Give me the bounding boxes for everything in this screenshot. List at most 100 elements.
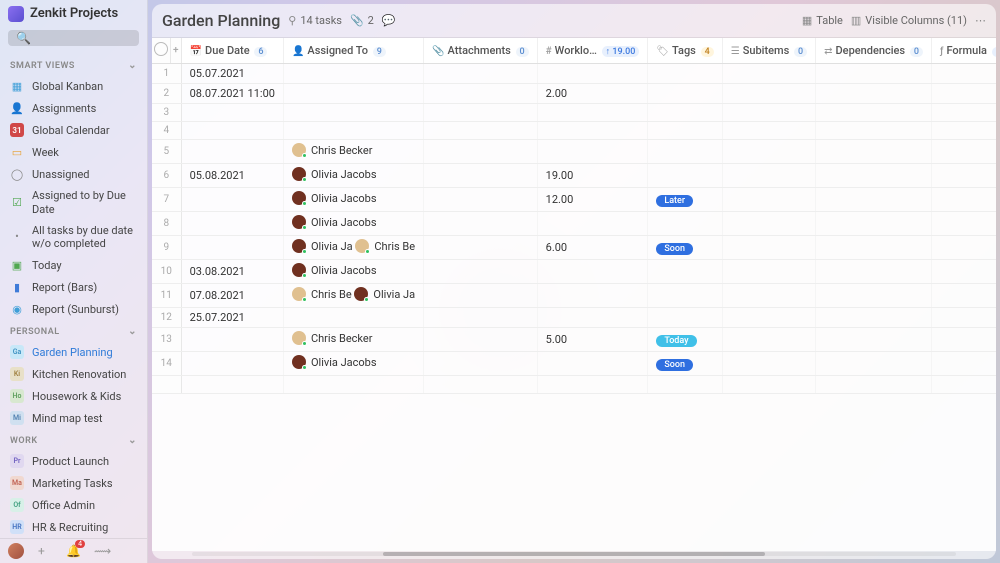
cell-subitems[interactable] xyxy=(722,260,815,284)
cell-formula[interactable] xyxy=(931,328,996,352)
cell-dependencies[interactable] xyxy=(816,122,932,140)
cell-attachments[interactable] xyxy=(424,352,538,376)
cell-assigned[interactable] xyxy=(283,122,423,140)
cell-workload[interactable] xyxy=(537,122,648,140)
table-row[interactable]: 605.08.2021Olivia Jacobs 19.00 xyxy=(152,164,996,188)
cell-tags[interactable]: Later xyxy=(648,188,722,212)
cell-subitems[interactable] xyxy=(722,308,815,328)
cell-attachments[interactable] xyxy=(424,328,538,352)
cell-attachments[interactable] xyxy=(424,236,538,260)
sidebar-item[interactable]: •All tasks by due date w/o completed xyxy=(0,220,147,254)
notifications-icon[interactable]: 🔔 4 xyxy=(66,544,80,558)
cell-attachments[interactable] xyxy=(424,308,538,328)
cell-tags[interactable] xyxy=(648,260,722,284)
sidebar-item[interactable]: ◯Unassigned xyxy=(0,163,147,185)
table-row[interactable]: 1107.08.2021Chris Be Olivia Ja xyxy=(152,284,996,308)
column-header-assigned[interactable]: 👤Assigned To 9 xyxy=(283,38,423,64)
sidebar-item[interactable]: ▣Today xyxy=(0,254,147,276)
cell-dependencies[interactable] xyxy=(816,236,932,260)
cell-subitems[interactable] xyxy=(722,122,815,140)
assignee-chip[interactable]: Chris Becker xyxy=(292,143,373,157)
cell-tags[interactable]: Soon xyxy=(648,236,722,260)
cell-assigned[interactable]: Chris Becker xyxy=(283,328,423,352)
column-header-dep[interactable]: ⇄Dependencies 0 xyxy=(816,38,932,64)
assignee-chip[interactable]: Olivia Ja xyxy=(354,287,415,301)
cell-dependencies[interactable] xyxy=(816,284,932,308)
cell-subitems[interactable] xyxy=(722,328,815,352)
table-row-empty[interactable] xyxy=(152,376,996,394)
tag-pill[interactable]: Later xyxy=(656,195,693,207)
cell-subitems[interactable] xyxy=(722,352,815,376)
cell-tags[interactable] xyxy=(648,284,722,308)
cell-attachments[interactable] xyxy=(424,64,538,84)
cell-due-date[interactable] xyxy=(181,140,283,164)
table-row[interactable]: 8Olivia Jacobs xyxy=(152,212,996,236)
cell-subitems[interactable] xyxy=(722,212,815,236)
sidebar-item[interactable]: HoHousework & Kids xyxy=(0,385,147,407)
table-row[interactable]: 5Chris Becker xyxy=(152,140,996,164)
cell-assigned[interactable]: Olivia Jacobs xyxy=(283,188,423,212)
cell-workload[interactable] xyxy=(537,212,648,236)
horizontal-scrollbar[interactable] xyxy=(152,551,996,559)
cell-tags[interactable]: Today xyxy=(648,328,722,352)
cell-tags[interactable]: Soon xyxy=(648,352,722,376)
cell-attachments[interactable] xyxy=(424,140,538,164)
sidebar-item[interactable]: MaMarketing Tasks xyxy=(0,472,147,494)
column-header-formula[interactable]: ƒFormula Σ 0.00 xyxy=(931,38,996,64)
cell-subitems[interactable] xyxy=(722,64,815,84)
personal-header[interactable]: PERSONAL ⌄ xyxy=(0,320,147,341)
cell-workload[interactable]: 12.00 xyxy=(537,188,648,212)
cell-dependencies[interactable] xyxy=(816,260,932,284)
user-avatar[interactable] xyxy=(8,543,24,559)
cell-dependencies[interactable] xyxy=(816,328,932,352)
work-header[interactable]: WORK ⌄ xyxy=(0,429,147,450)
cell-formula[interactable] xyxy=(931,212,996,236)
cell-workload[interactable] xyxy=(537,284,648,308)
cell-subitems[interactable] xyxy=(722,84,815,104)
cell-assigned[interactable] xyxy=(283,308,423,328)
sidebar-item[interactable]: HRHR & Recruiting xyxy=(0,516,147,538)
cell-subitems[interactable] xyxy=(722,164,815,188)
cell-tags[interactable] xyxy=(648,140,722,164)
assignee-chip[interactable]: Chris Be xyxy=(292,287,352,301)
cell-formula[interactable] xyxy=(931,260,996,284)
view-switch-table[interactable]: ▦ Table xyxy=(802,14,843,27)
cell-attachments[interactable] xyxy=(424,260,538,284)
cell-formula[interactable] xyxy=(931,164,996,188)
column-header-attach[interactable]: 📎Attachments 0 xyxy=(424,38,538,64)
cell-dependencies[interactable] xyxy=(816,140,932,164)
table-row[interactable]: 14Olivia Jacobs Soon xyxy=(152,352,996,376)
filter-tasks[interactable]: ⚲ 14 tasks xyxy=(288,14,342,27)
cell-tags[interactable] xyxy=(648,64,722,84)
cell-formula[interactable] xyxy=(931,352,996,376)
cell-attachments[interactable] xyxy=(424,164,538,188)
cell-due-date[interactable]: 03.08.2021 xyxy=(181,260,283,284)
cell-dependencies[interactable] xyxy=(816,308,932,328)
cell-due-date[interactable] xyxy=(181,122,283,140)
more-menu[interactable]: ⋯ xyxy=(975,14,986,27)
sidebar-item[interactable]: 31Global Calendar xyxy=(0,119,147,141)
cell-dependencies[interactable] xyxy=(816,64,932,84)
cell-due-date[interactable] xyxy=(181,212,283,236)
cell-assigned[interactable]: Olivia Jacobs xyxy=(283,164,423,188)
add-icon[interactable]: + xyxy=(38,544,52,558)
cell-formula[interactable] xyxy=(931,236,996,260)
table-row[interactable]: 105.07.2021 xyxy=(152,64,996,84)
assignee-chip[interactable]: Olivia Jacobs xyxy=(292,355,377,369)
cell-dependencies[interactable] xyxy=(816,352,932,376)
cell-attachments[interactable] xyxy=(424,212,538,236)
tag-pill[interactable]: Soon xyxy=(656,243,693,255)
table-row[interactable]: 4 xyxy=(152,122,996,140)
add-row-header[interactable]: + xyxy=(171,38,182,64)
cell-subitems[interactable] xyxy=(722,236,815,260)
cell-subitems[interactable] xyxy=(722,140,815,164)
cell-workload[interactable]: 2.00 xyxy=(537,84,648,104)
assignee-chip[interactable]: Olivia Ja xyxy=(292,239,353,253)
cell-formula[interactable] xyxy=(931,188,996,212)
cell-due-date[interactable]: 07.08.2021 xyxy=(181,284,283,308)
sidebar-item[interactable]: 👤Assignments xyxy=(0,97,147,119)
cell-dependencies[interactable] xyxy=(816,212,932,236)
sidebar-item[interactable]: ▮Report (Bars) xyxy=(0,276,147,298)
cell-formula[interactable] xyxy=(931,308,996,328)
cell-formula[interactable] xyxy=(931,104,996,122)
